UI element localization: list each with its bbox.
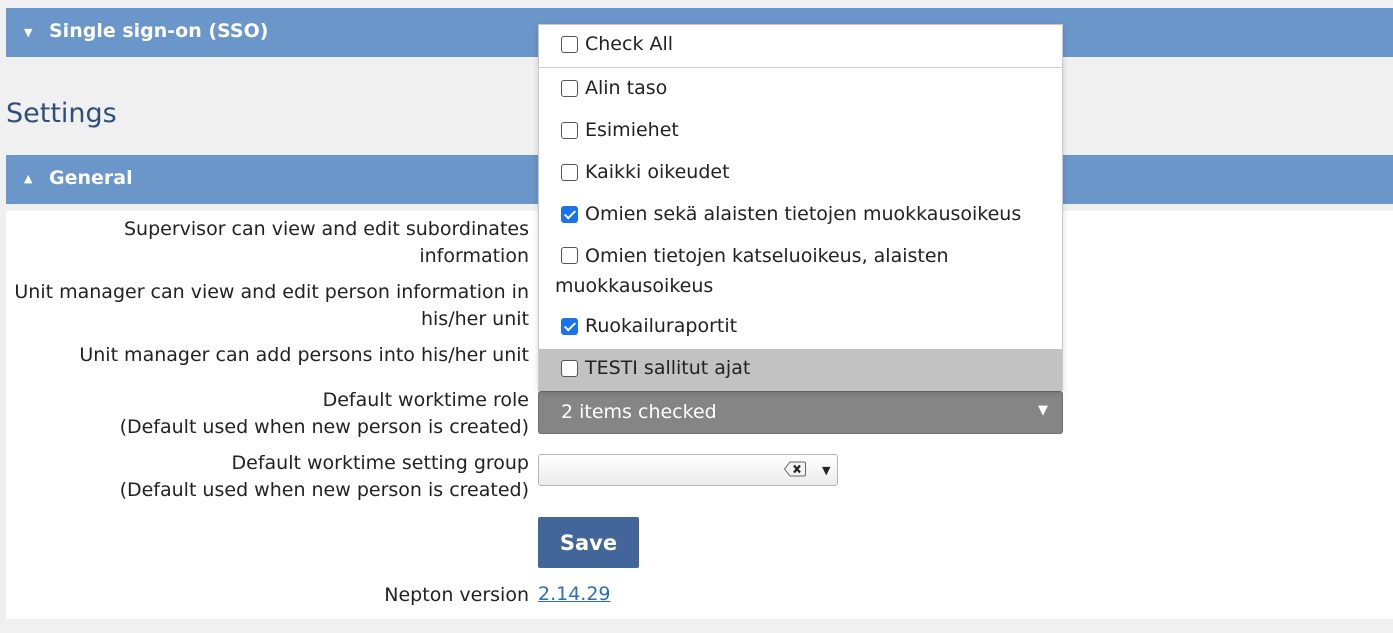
chevron-down-icon: ▼ xyxy=(822,464,831,477)
role-dropdown-list: Check All Alin taso Esimiehet Kaikki oik… xyxy=(538,24,1063,391)
page-title: Settings xyxy=(6,98,117,129)
role-option-checkbox[interactable] xyxy=(561,164,578,181)
role-option[interactable]: Kaikki oikeudet xyxy=(539,159,1062,191)
nepton-version-link[interactable]: 2.14.29 xyxy=(538,583,611,605)
worktime-setting-group-select[interactable]: ▼ xyxy=(538,454,838,486)
role-option[interactable]: Esimiehet xyxy=(539,117,1062,149)
role-option-checkbox[interactable] xyxy=(561,206,578,223)
check-all-label: Check All xyxy=(585,33,674,55)
collapse-triangle-icon: ▼ xyxy=(24,26,33,39)
role-option-label: Ruokailuraportit xyxy=(585,315,738,337)
role-option-checkbox[interactable] xyxy=(561,318,578,335)
role-option[interactable]: Alin taso xyxy=(539,75,1062,107)
general-section-title: General xyxy=(49,167,133,189)
unit-manager-edit-label: Unit manager can view and edit person in… xyxy=(14,281,529,330)
role-option-label: TESTI sallitut ajat xyxy=(585,357,751,379)
check-all-checkbox[interactable] xyxy=(561,36,578,53)
default-worktime-role-label: Default worktime role (Default used when… xyxy=(119,389,529,438)
role-option-label: Omien tietojen katseluoikeus, alaisten m… xyxy=(555,245,949,297)
nepton-version-label: Nepton version xyxy=(384,584,529,606)
role-option-checkbox[interactable] xyxy=(561,80,578,97)
worktime-role-select[interactable]: 2 items checked ▼ xyxy=(538,391,1063,434)
role-option-label: Alin taso xyxy=(585,77,668,99)
role-option-highlighted[interactable]: TESTI sallitut ajat xyxy=(539,349,1062,391)
role-select-value: 2 items checked xyxy=(561,401,717,423)
role-option-checkbox[interactable] xyxy=(561,122,578,139)
chevron-down-icon: ▼ xyxy=(1038,403,1048,418)
sso-section-title: Single sign-on (SSO) xyxy=(49,20,269,42)
role-option[interactable]: Ruokailuraportit xyxy=(539,313,1062,345)
default-worktime-group-label: Default worktime setting group (Default … xyxy=(119,452,529,501)
role-option-label: Kaikki oikeudet xyxy=(585,161,730,183)
check-all-option[interactable]: Check All xyxy=(539,25,1062,68)
save-button[interactable]: Save xyxy=(538,517,639,568)
expand-triangle-icon: ▲ xyxy=(24,172,33,185)
supervisor-edit-label: Supervisor can view and edit subordinate… xyxy=(124,218,529,267)
role-option[interactable]: Omien tietojen katseluoikeus, alaisten m… xyxy=(539,241,1062,303)
role-option[interactable]: Omien sekä alaisten tietojen muokkausoik… xyxy=(539,201,1062,233)
unit-manager-add-label: Unit manager can add persons into his/he… xyxy=(79,344,529,366)
role-option-label: Omien sekä alaisten tietojen muokkausoik… xyxy=(585,203,1022,225)
role-option-checkbox[interactable] xyxy=(561,360,578,377)
clear-icon[interactable] xyxy=(784,461,806,477)
role-option-label: Esimiehet xyxy=(585,119,679,141)
